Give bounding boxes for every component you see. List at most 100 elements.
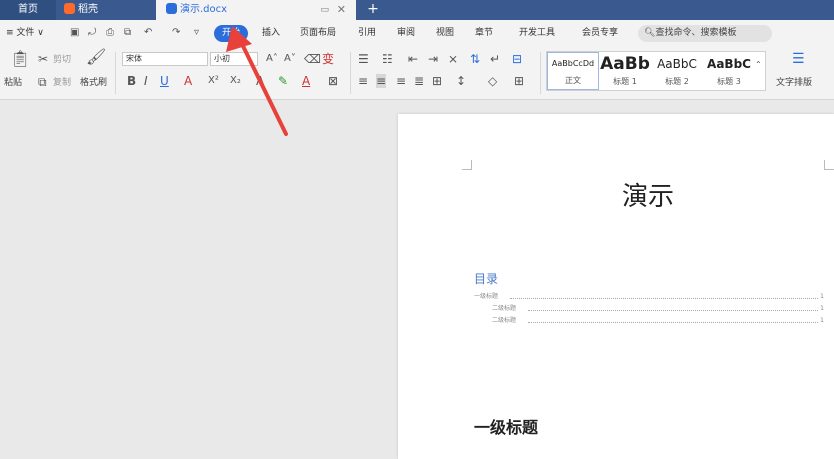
chinese-layout-icon[interactable]: ⨯ <box>448 52 458 66</box>
divider <box>115 52 116 94</box>
copy-button[interactable]: 复制 <box>53 76 71 90</box>
toc-entry-text: 二级标题 <box>492 317 517 324</box>
style-label: 正文 <box>565 76 581 85</box>
paste-icon[interactable]: 📋︎ <box>10 51 30 67</box>
style-heading-1[interactable]: AaBb 标题 1 <box>599 52 651 90</box>
show-marks-icon[interactable]: ↵ <box>490 52 500 66</box>
home-tab[interactable]: 首页 <box>0 0 56 20</box>
menu-insert[interactable]: 插入 <box>262 20 280 46</box>
font-size-value: 小初 <box>214 54 230 63</box>
toc-entry-text: 二级标题 <box>492 305 517 312</box>
menu-view[interactable]: 视图 <box>436 20 454 46</box>
search-placeholder: 查找命令、搜索模板 <box>655 28 737 38</box>
menu-chapter[interactable]: 章节 <box>475 20 493 46</box>
style-normal[interactable]: AaBbCcDd 正文 <box>547 52 599 90</box>
styles-scroll-icon[interactable]: ⌃ <box>755 58 762 72</box>
toc-page-number: 1 <box>820 293 824 300</box>
search-icon: 🔍︎ <box>644 28 656 38</box>
italic-icon[interactable]: I <box>144 74 148 88</box>
paste-button[interactable]: 粘贴 <box>4 76 22 90</box>
sort-icon[interactable]: ⇅ <box>470 52 480 66</box>
menu-member[interactable]: 会员专享 <box>582 20 618 46</box>
format-painter-icon[interactable]: 🖌︎ <box>86 49 106 65</box>
save-icon[interactable]: ▣ <box>70 26 79 40</box>
highlight-icon[interactable]: ✎ <box>278 74 288 88</box>
toc-page-number: 1 <box>820 317 824 324</box>
margin-corner <box>462 160 472 170</box>
pin-icon[interactable]: ▭ <box>320 0 329 20</box>
undo-icon[interactable]: ↶ <box>144 26 152 40</box>
toc-entry[interactable]: 二级标题 1 <box>492 304 824 314</box>
font-color-icon[interactable]: A <box>302 74 310 88</box>
grow-font-icon[interactable]: A˄ <box>266 52 278 66</box>
increase-indent-icon[interactable]: ⇥ <box>428 52 438 66</box>
scissors-icon[interactable]: ✂ <box>38 52 48 66</box>
numbered-list-icon[interactable]: ☷ <box>382 52 393 66</box>
bold-icon[interactable]: B <box>127 74 136 88</box>
font-name-select[interactable]: 宋体 <box>122 52 208 66</box>
menu-start[interactable]: 开始 <box>214 25 249 42</box>
tab-daoke[interactable]: 稻壳 <box>58 0 150 20</box>
print-icon[interactable]: ⎙ <box>106 26 114 40</box>
style-sample: AaBbC <box>707 57 751 71</box>
new-tab-button[interactable]: + <box>364 0 382 20</box>
heading-1: 一级标题 <box>474 418 539 437</box>
superscript-icon[interactable]: X² <box>208 74 219 88</box>
font-size-select[interactable]: 小初 <box>210 52 258 66</box>
style-heading-3[interactable]: AaBbC 标题 3 <box>703 52 755 90</box>
align-center-icon[interactable]: ≡ <box>376 74 387 88</box>
styles-gallery: AaBbCcDd 正文 AaBb 标题 1 AaBbC 标题 2 AaBbC 标… <box>546 51 766 91</box>
subscript-icon[interactable]: X₂ <box>230 74 241 88</box>
text-layout-icon[interactable]: ☰ <box>792 52 805 66</box>
justify-icon[interactable]: ≣ <box>414 74 424 88</box>
close-tab-icon[interactable]: ✕ <box>337 0 346 20</box>
bullet-list-icon[interactable]: ☰ <box>358 52 369 66</box>
text-layout-button[interactable]: 文字排版 <box>776 76 812 90</box>
phonetic-icon[interactable]: 变 <box>322 52 334 66</box>
distributed-icon[interactable]: ⊞ <box>432 74 442 88</box>
table-border-icon[interactable]: ⊟ <box>512 52 522 66</box>
char-border-icon[interactable]: ⊠ <box>328 74 338 88</box>
divider <box>350 52 351 94</box>
daoke-logo-icon <box>64 3 75 14</box>
cut-button[interactable]: 剪切 <box>53 53 71 67</box>
title-bar: 首页 稻壳 演示.docx ▭ ✕ + <box>0 0 834 20</box>
underline-icon[interactable]: U <box>160 74 169 88</box>
toc-heading: 目录 <box>474 272 499 286</box>
toc-entry[interactable]: 二级标题 1 <box>492 316 824 326</box>
align-right-icon[interactable]: ≡ <box>396 74 406 88</box>
redo-icon[interactable]: ↷ <box>172 26 180 40</box>
menu-developer[interactable]: 开发工具 <box>519 20 555 46</box>
toc-leader <box>528 322 818 323</box>
tab-label: 演示.docx <box>180 4 228 15</box>
menu-page-layout[interactable]: 页面布局 <box>300 20 336 46</box>
decrease-indent-icon[interactable]: ⇤ <box>408 52 418 66</box>
menu-references[interactable]: 引用 <box>358 20 376 46</box>
style-heading-2[interactable]: AaBbC 标题 2 <box>651 52 703 90</box>
line-spacing-icon[interactable]: ↕ <box>456 74 466 88</box>
style-label: 标题 2 <box>665 77 689 86</box>
copy-icon[interactable]: ⧉ <box>38 75 47 89</box>
document-page[interactable]: 演示 目录 一级标题 1 二级标题 1 二级标题 1 一级标题 <box>398 114 834 459</box>
strikethrough-icon[interactable]: A <box>184 74 192 88</box>
clear-format-icon[interactable]: ⌫ <box>304 52 321 66</box>
toc-leader <box>510 298 818 299</box>
word-doc-icon <box>166 3 177 14</box>
tab-document[interactable]: 演示.docx ▭ ✕ <box>156 0 356 20</box>
text-effect-icon[interactable]: A <box>256 74 264 88</box>
toc-entry[interactable]: 一级标题 1 <box>474 292 824 302</box>
align-left-icon[interactable]: ≡ <box>358 74 368 88</box>
preview-icon[interactable]: ⧉ <box>124 26 131 40</box>
shrink-font-icon[interactable]: A˅ <box>284 52 296 66</box>
shading-icon[interactable]: ◇ <box>488 74 497 88</box>
export-icon[interactable]: ⤾ <box>88 26 96 40</box>
menu-review[interactable]: 审阅 <box>397 20 415 46</box>
format-painter-button[interactable]: 格式刷 <box>80 76 107 90</box>
menu-file[interactable]: ≡ 文件 ∨ <box>6 20 44 46</box>
borders-icon[interactable]: ⊞ <box>514 74 524 88</box>
command-search[interactable]: 🔍︎查找命令、搜索模板 <box>638 25 772 42</box>
divider <box>540 52 541 94</box>
style-label: 标题 1 <box>613 77 637 86</box>
font-name-value: 宋体 <box>126 54 142 63</box>
quick-access-more-icon[interactable]: ▿ <box>194 26 199 40</box>
